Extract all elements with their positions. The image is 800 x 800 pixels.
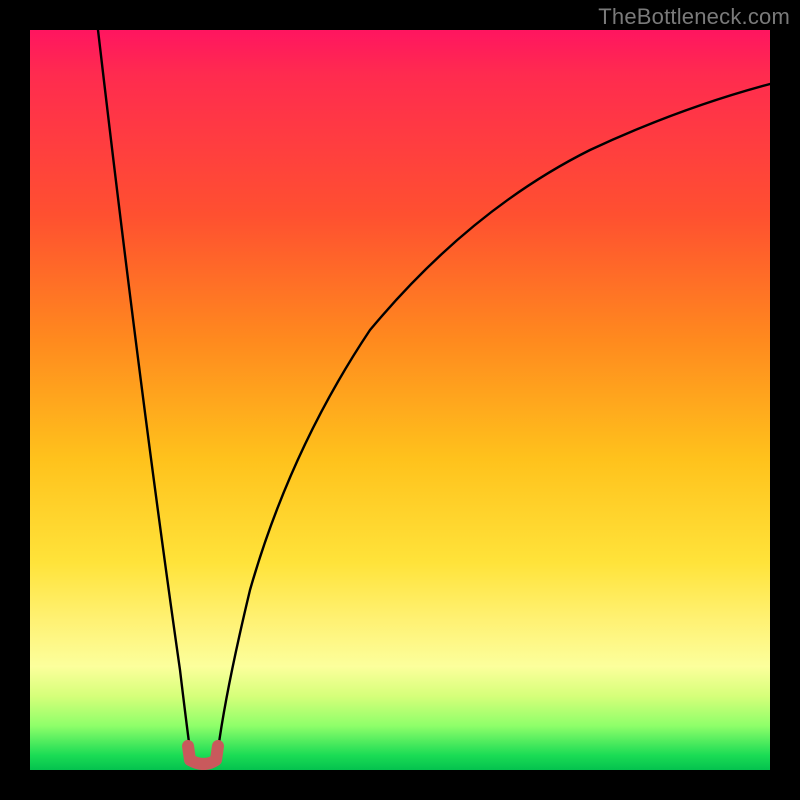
curve-left xyxy=(98,30,190,750)
plot-area xyxy=(30,30,770,770)
watermark-text: TheBottleneck.com xyxy=(598,4,790,30)
minimum-marker xyxy=(188,746,218,764)
outer-frame: TheBottleneck.com xyxy=(0,0,800,800)
curve-right xyxy=(218,84,770,750)
chart-svg xyxy=(30,30,770,770)
